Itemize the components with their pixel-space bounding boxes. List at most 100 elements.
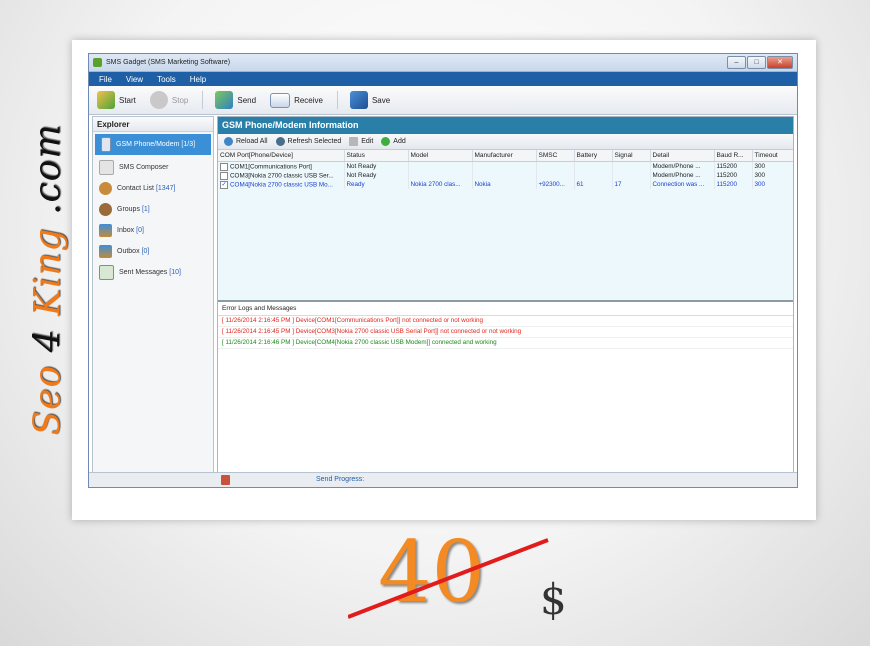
col-status[interactable]: Status [344, 150, 409, 162]
nav-inbox[interactable]: Inbox [0] [93, 220, 213, 241]
nav-count: [1/3] [181, 141, 196, 148]
col-baud-rate[interactable]: Baud R... [714, 150, 753, 162]
cell-baud: 115200 [714, 161, 753, 171]
cell-port: ✓ COM4[Nokia 2700 classic USB Mo... [218, 180, 345, 189]
row-checkbox[interactable] [220, 171, 228, 180]
save-label: Save [371, 95, 391, 105]
menu-help[interactable]: Help [190, 75, 206, 84]
status-bar: Send Progress: [89, 472, 797, 487]
edit-icon [349, 137, 359, 146]
send-progress-label: Send Progress: [316, 476, 365, 483]
nav-count: [0] [136, 227, 144, 234]
col-manufacturer[interactable]: Manufacturer [472, 150, 537, 162]
cell-status: Not Ready [344, 171, 409, 180]
menu-view[interactable]: View [126, 75, 143, 84]
cell-manufacturer: Nokia [472, 180, 537, 189]
col-detail[interactable]: Detail [650, 150, 715, 162]
contact-icon [99, 182, 112, 195]
cell-model [408, 161, 473, 171]
title-bar: SMS Gadget (SMS Marketing Software) – □ … [89, 54, 797, 72]
add-icon [381, 137, 391, 146]
edit-label: Edit [361, 138, 374, 145]
nav-gsm-phone-modem[interactable]: GSM Phone/Modem [1/3] [95, 134, 211, 155]
save-button[interactable]: Save [349, 91, 391, 109]
log-line: [ 11/26/2014 2:16:46 PM ] Device[COM4[No… [218, 338, 793, 349]
cell-port: COM3[Nokia 2700 classic USB Ser... [218, 171, 345, 180]
nav-label: Inbox [117, 227, 135, 234]
explorer-header: Explorer [93, 117, 213, 132]
start-button[interactable]: Start [97, 91, 136, 109]
cell-timeout: 300 [752, 161, 793, 171]
receive-label: Receive [294, 95, 323, 105]
cell-model [408, 171, 473, 180]
nav-contact-list[interactable]: Contact List [1347] [93, 178, 213, 199]
nav-label: Groups [117, 206, 140, 213]
col-signal[interactable]: Signal [612, 150, 651, 162]
toolbar: Start Stop Send Receive Save [89, 86, 797, 115]
col-smsc[interactable]: SMSC [536, 150, 575, 162]
cell-port: COM1[Communications Port] [218, 161, 345, 171]
cell-manufacturer [472, 161, 537, 171]
groups-icon [99, 203, 112, 216]
status-icon [221, 475, 230, 485]
port-text: COM1[Communications Port] [230, 163, 312, 171]
send-button[interactable]: Send [215, 91, 256, 109]
nav-count: [1] [141, 206, 150, 213]
menu-file[interactable]: File [99, 75, 112, 84]
col-model[interactable]: Model [408, 150, 473, 162]
stop-icon [149, 91, 168, 109]
col-battery[interactable]: Battery [574, 150, 613, 162]
refresh-label: Refresh Selected [287, 138, 342, 145]
nav-count: [0] [141, 248, 150, 255]
row-checkbox[interactable] [220, 162, 228, 171]
table-row[interactable]: COM3[Nokia 2700 classic USB Ser... Not R… [218, 171, 793, 180]
reload-label: Reload All [236, 138, 268, 145]
receive-button[interactable]: Receive [270, 92, 323, 108]
send-icon [215, 91, 234, 109]
menu-tools[interactable]: Tools [157, 75, 176, 84]
col-com-port[interactable]: COM Port[Phone/Device] [218, 150, 345, 162]
stop-button[interactable]: Stop [149, 91, 188, 109]
cell-detail: Connection was ... [650, 180, 715, 189]
nav-outbox[interactable]: Outbox [0] [93, 241, 213, 262]
nav-count: [1347] [155, 185, 176, 192]
reload-all-button[interactable]: Reload All [224, 137, 268, 146]
maximize-button[interactable]: □ [747, 56, 766, 69]
port-text: COM3[Nokia 2700 classic USB Ser... [230, 172, 334, 180]
cell-signal: 17 [612, 180, 651, 189]
cell-status: Ready [344, 180, 409, 189]
envelope-icon [270, 92, 291, 108]
cell-battery [574, 161, 613, 171]
table-row-selected[interactable]: ✓ COM4[Nokia 2700 classic USB Mo... Ready… [218, 180, 793, 189]
save-icon [349, 91, 368, 109]
seo4king-watermark: Seo 4 King .com [18, 124, 78, 440]
cell-baud: 115200 [714, 171, 753, 180]
logs-header: Error Logs and Messages [218, 302, 793, 316]
device-grid: COM Port[Phone/Device] Status Model Manu… [218, 150, 793, 302]
cell-battery: 61 [574, 180, 613, 189]
refresh-selected-button[interactable]: Refresh Selected [275, 137, 342, 146]
nav-sms-composer[interactable]: SMS Composer [93, 157, 213, 178]
close-button[interactable]: ✕ [767, 56, 793, 69]
nav-sent-messages[interactable]: Sent Messages [10] [93, 262, 213, 283]
minimize-button[interactable]: – [727, 56, 746, 69]
watermark-seo: Seo [27, 364, 69, 436]
cell-smsc [536, 161, 575, 171]
menu-bar: File View Tools Help [89, 72, 797, 86]
cell-battery [574, 171, 613, 180]
nav-label: SMS Composer [119, 164, 169, 171]
col-timeout[interactable]: Timeout [752, 150, 793, 162]
nav-groups[interactable]: Groups [1] [93, 199, 213, 220]
watermark-4: 4 [27, 328, 69, 353]
phone-icon [101, 137, 111, 152]
inbox-icon [99, 224, 112, 237]
edit-button[interactable]: Edit [349, 137, 373, 146]
row-checkbox[interactable]: ✓ [220, 180, 228, 189]
add-button[interactable]: Add [381, 137, 406, 146]
port-text: COM4[Nokia 2700 classic USB Mo... [230, 181, 333, 189]
nav-count: [10] [169, 269, 181, 276]
start-icon [97, 91, 115, 109]
cell-timeout: 300 [752, 180, 793, 189]
toolbar-separator [202, 91, 204, 109]
table-row[interactable]: COM1[Communications Port] Not Ready Mode… [218, 161, 793, 171]
